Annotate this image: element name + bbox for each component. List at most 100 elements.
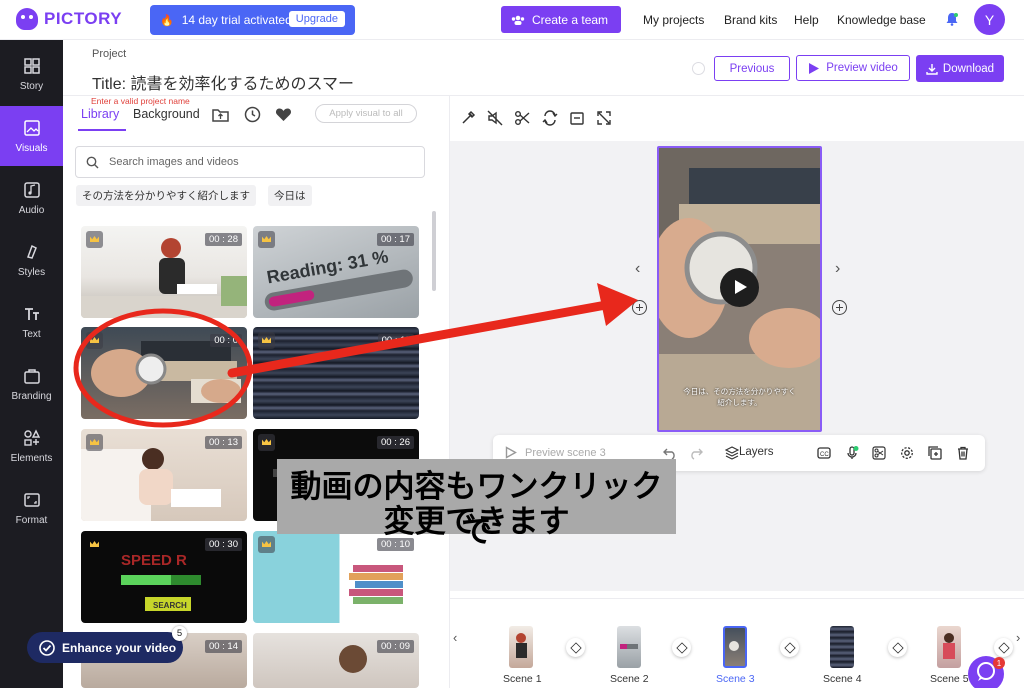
caption-text: 今日は、その方法を分かりやすく 紹介します。 (683, 387, 796, 407)
scene-thumbnail[interactable] (830, 626, 854, 668)
trial-text: 14 day trial activated! (181, 13, 296, 27)
add-scene-after-icon[interactable] (832, 300, 847, 315)
scene-layers-icon[interactable] (994, 638, 1013, 657)
undo-icon[interactable] (663, 446, 677, 460)
search-icon (86, 156, 99, 168)
redo-icon[interactable] (689, 446, 703, 460)
swap-icon[interactable] (542, 110, 558, 126)
sidebar-label: Branding (11, 390, 52, 402)
voiceover-mic-icon[interactable] (845, 446, 859, 460)
scene-thumbnail[interactable] (937, 626, 961, 668)
svg-text:SEARCH: SEARCH (153, 601, 187, 610)
layers-button[interactable]: Layers (739, 446, 774, 458)
sidebar-item-format[interactable]: Format (0, 478, 63, 538)
timeline-right-arrow-icon[interactable]: › (1016, 630, 1020, 645)
play-video-button[interactable] (720, 268, 759, 307)
mute-icon[interactable] (487, 110, 503, 126)
scene-layers-icon[interactable] (672, 638, 691, 657)
duration-badge: 00 : 11 (377, 334, 414, 347)
timeline-left-arrow-icon[interactable]: ‹ (453, 630, 457, 645)
scene-label[interactable]: Scene 2 (610, 673, 649, 685)
scene-layers-icon[interactable] (566, 638, 585, 657)
upload-folder-icon[interactable] (212, 106, 229, 123)
nav-knowledge-base[interactable]: Knowledge base (837, 13, 926, 27)
sidebar-item-audio[interactable]: Audio (0, 168, 63, 228)
prev-scene-arrow-icon[interactable]: ‹ (635, 260, 640, 278)
user-avatar[interactable]: Y (974, 4, 1005, 35)
scene-label-selected[interactable]: Scene 3 (716, 673, 755, 685)
duplicate-frame-icon[interactable] (569, 110, 585, 126)
nav-help[interactable]: Help (794, 13, 819, 27)
header-divider (63, 95, 1024, 96)
tab-active-underline (78, 129, 126, 131)
sidebar-item-branding[interactable]: Branding (0, 354, 63, 414)
next-scene-arrow-icon[interactable]: › (835, 260, 840, 278)
duration-badge: 00 : 26 (376, 436, 414, 449)
settings-gear-icon[interactable] (900, 446, 914, 460)
project-name-error: Enter a valid project name (91, 96, 190, 106)
pictory-logo[interactable]: PICTORY (16, 8, 122, 30)
keyword-chip[interactable]: その方法を分かりやすく紹介します (76, 185, 256, 206)
duration-badge: 00 : 13 (204, 436, 242, 449)
tab-background[interactable]: Background (133, 107, 200, 121)
scene-layers-icon[interactable] (780, 638, 799, 657)
sidebar-label: Story (19, 80, 44, 92)
create-team-label: Create a team (532, 12, 609, 27)
notification-bell-icon[interactable] (946, 12, 958, 26)
preview-scene-button[interactable]: Preview scene 3 (505, 446, 606, 459)
nav-brand-kits[interactable]: Brand kits (724, 13, 777, 27)
tab-library[interactable]: Library (81, 107, 119, 121)
enhance-video-button[interactable]: Enhance your video (27, 632, 183, 663)
search-box (75, 146, 425, 178)
library-scrollbar[interactable] (432, 211, 436, 291)
download-button[interactable]: Download (916, 55, 1004, 82)
project-title-input[interactable]: Title: 読書を効率化するためのスマー (92, 70, 354, 94)
nav-my-projects[interactable]: My projects (643, 13, 704, 27)
add-scene-before-icon[interactable] (632, 300, 647, 315)
closed-captions-icon[interactable]: CC (817, 446, 831, 460)
favorites-heart-icon[interactable] (275, 106, 292, 123)
scene-label[interactable]: Scene 4 (823, 673, 862, 685)
scene-label[interactable]: Scene 1 (503, 673, 542, 685)
scene-thumbnail[interactable] (617, 626, 641, 668)
top-bar: PICTORY 🔥 14 day trial activated! Upgrad… (0, 0, 1024, 40)
media-thumbnail[interactable]: 00 : 09 (253, 633, 419, 688)
sidebar-item-visuals[interactable]: Visuals (0, 106, 63, 166)
scene-thumbnail[interactable] (509, 626, 533, 668)
scissors-icon[interactable] (514, 110, 530, 126)
media-thumbnail[interactable]: 00 : 13 (81, 429, 247, 521)
media-thumbnail[interactable]: Reading: 31 % 00 : 17 (253, 226, 419, 318)
preview-video-button[interactable]: Preview video (796, 55, 910, 81)
enhance-count-badge: 5 (172, 626, 187, 641)
upgrade-button[interactable]: Upgrade (288, 11, 345, 27)
duplicate-scene-icon[interactable] (928, 446, 942, 460)
apply-visual-to-all-button[interactable]: Apply visual to all (315, 104, 417, 123)
sidebar-item-elements[interactable]: Elements (0, 416, 63, 476)
sidebar-item-styles[interactable]: Styles (0, 230, 63, 290)
eyedropper-icon[interactable] (460, 110, 476, 126)
preview-scene-label: Preview scene 3 (525, 446, 606, 459)
search-input[interactable] (109, 156, 409, 168)
cut-scene-icon[interactable] (872, 446, 886, 460)
scene-5-image (943, 633, 955, 659)
scene-layers-icon[interactable] (888, 638, 907, 657)
media-thumbnail[interactable]: 00 : 11 (253, 327, 419, 419)
scene-thumbnail-selected[interactable] (723, 626, 747, 668)
play-outline-icon (505, 446, 517, 459)
premium-crown-icon (86, 231, 103, 248)
duration-badge: 00 : 0 (210, 334, 242, 347)
delete-trash-icon[interactable] (956, 446, 970, 460)
keyword-chip[interactable]: 今日は (268, 185, 312, 206)
expand-icon[interactable] (596, 110, 612, 126)
scene-label[interactable]: Scene 5 (930, 673, 969, 685)
history-clock-icon[interactable] (244, 106, 261, 123)
premium-crown-icon (86, 332, 103, 349)
create-team-button[interactable]: Create a team (501, 6, 621, 33)
octopus-logo-icon (16, 8, 38, 30)
media-thumbnail[interactable]: SPEED R SEARCH 00 : 30 (81, 531, 247, 623)
media-thumbnail[interactable]: 00 : 0 (81, 327, 247, 419)
sidebar-item-story[interactable]: Story (0, 44, 63, 104)
sidebar-item-text[interactable]: Text (0, 292, 63, 352)
previous-button[interactable]: Previous (714, 56, 790, 81)
media-thumbnail[interactable]: 00 : 28 (81, 226, 247, 318)
